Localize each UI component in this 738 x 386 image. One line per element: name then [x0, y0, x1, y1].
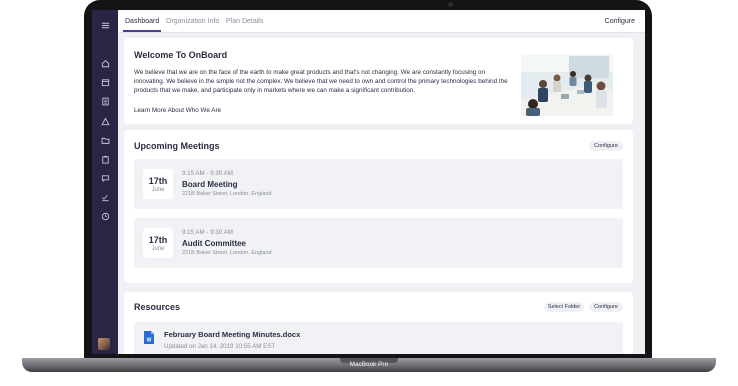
select-folder-button[interactable]: Select Folder — [544, 302, 584, 312]
team-meeting-photo — [521, 54, 613, 116]
folder-icon[interactable] — [99, 134, 111, 146]
meeting-day: 17th — [148, 176, 168, 186]
welcome-card: Welcome To OnBoard We believe that we ar… — [124, 38, 633, 124]
meeting-date: 17th June — [143, 228, 173, 258]
calendar-icon[interactable] — [99, 76, 111, 88]
welcome-title: Welcome To OnBoard — [134, 50, 228, 60]
clipboard-icon[interactable] — [99, 153, 111, 165]
meeting-title: Audit Committee — [182, 239, 246, 248]
configure-link[interactable]: Configure — [605, 18, 635, 25]
svg-text:W: W — [147, 338, 152, 344]
tab-organization-info[interactable]: Organization Info — [166, 18, 219, 25]
learn-more-link[interactable]: Learn More About Who We Are — [134, 107, 221, 114]
document-icon[interactable] — [99, 95, 111, 107]
meeting-date: 17th June — [143, 169, 173, 199]
user-avatar[interactable] — [98, 338, 110, 350]
meeting-month: June — [151, 246, 165, 252]
home-icon[interactable] — [99, 57, 111, 69]
resources-configure-button[interactable]: Configure — [589, 302, 623, 312]
meeting-time: 9:15 AM - 9:30 AM — [182, 229, 233, 236]
meeting-item[interactable]: 17th June 9:15 AM - 9:30 AM Board Meetin… — [134, 159, 623, 209]
checklist-icon[interactable] — [99, 191, 111, 203]
tab-dashboard[interactable]: Dashboard — [122, 18, 162, 32]
resources-title: Resources — [134, 302, 181, 312]
meeting-month: June — [151, 187, 165, 193]
resources-card: Resources Select Folder Configure W Febr… — [124, 292, 633, 354]
app-screen: Dashboard Organization Info Plan Details… — [92, 10, 645, 354]
word-document-icon: W — [144, 331, 154, 344]
meeting-address: 221B Baker Street, London, England — [182, 250, 272, 256]
device-label: MacBook Pro — [349, 362, 389, 368]
resource-updated: Updated on Jan 14, 2019 10:55 AM EST — [164, 343, 276, 350]
camera-dot — [448, 2, 453, 7]
meeting-time: 9:15 AM - 9:30 AM — [182, 170, 233, 177]
alert-icon[interactable] — [99, 115, 111, 127]
meeting-day: 17th — [148, 235, 168, 245]
sidebar — [92, 10, 118, 354]
meetings-configure-button[interactable]: Configure — [589, 141, 623, 151]
upcoming-meetings-card: Upcoming Meetings Configure 17th June 9:… — [124, 130, 633, 283]
meetings-title: Upcoming Meetings — [134, 141, 220, 151]
meeting-address: 221B Baker Street, London, England — [182, 191, 272, 197]
clock-icon[interactable] — [99, 210, 111, 222]
chat-icon[interactable] — [99, 172, 111, 184]
menu-icon[interactable] — [99, 19, 111, 31]
resource-name: February Board Meeting Minutes.docx — [164, 330, 301, 339]
welcome-body: We believe that we are on the face of th… — [134, 69, 508, 94]
tab-plan-details[interactable]: Plan Details — [226, 18, 263, 25]
meeting-item[interactable]: 17th June 9:15 AM - 9:30 AM Audit Commit… — [134, 218, 623, 268]
resource-item[interactable]: W February Board Meeting Minutes.docx Up… — [134, 322, 623, 354]
top-nav: Dashboard Organization Info Plan Details… — [118, 10, 645, 33]
meeting-title: Board Meeting — [182, 180, 238, 189]
